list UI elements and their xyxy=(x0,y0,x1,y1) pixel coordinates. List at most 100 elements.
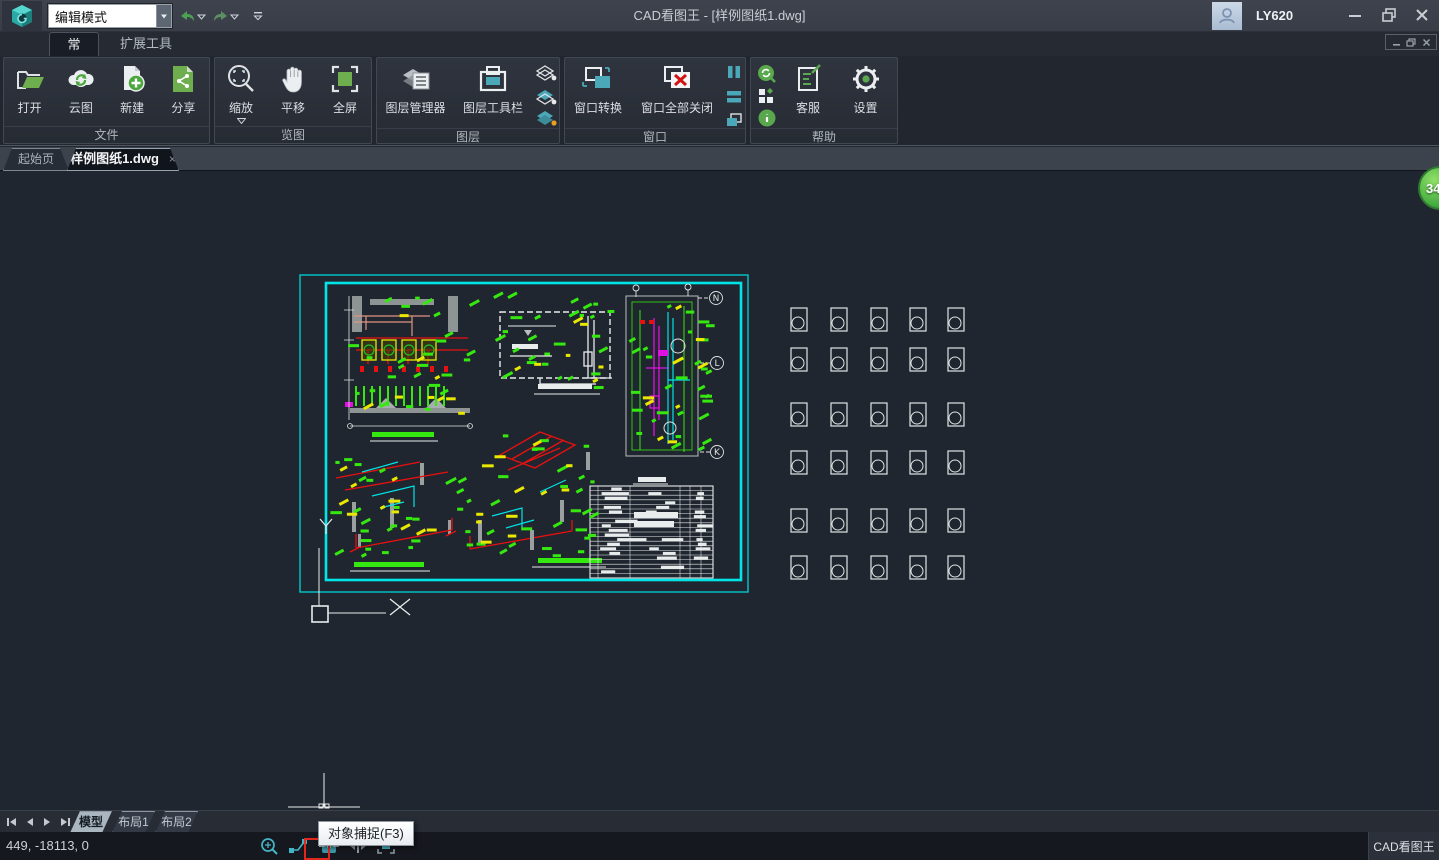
customer-service-icon xyxy=(791,62,825,96)
mdi-minimize-icon[interactable] xyxy=(1392,38,1401,47)
doc-tab-start-label: 起始页 xyxy=(18,152,54,166)
doc-tab-sample-drawing[interactable]: 样例图纸1.dwg× xyxy=(67,148,179,171)
cascade-windows-icon[interactable] xyxy=(725,112,743,128)
ribbon-group-help: 客服 设置 帮助 xyxy=(750,57,898,144)
layer-manager-label: 图层管理器 xyxy=(385,99,445,116)
coordinates-readout: 449, -18113, 0 xyxy=(6,832,89,860)
layout-tab-layout2[interactable]: 布局2 xyxy=(155,811,198,833)
mdi-restore-icon[interactable] xyxy=(1406,38,1416,47)
doc-tab-start-page[interactable]: 起始页 xyxy=(3,148,69,171)
layer-toolbar-icon xyxy=(476,62,510,96)
share-label: 分享 xyxy=(171,99,195,116)
svg-text:L: L xyxy=(714,359,719,369)
layer-freeze-icon[interactable] xyxy=(535,87,557,106)
tab-common[interactable]: 常用 xyxy=(49,32,99,56)
open-button[interactable]: 打开 xyxy=(4,62,55,116)
combo-dropdown-icon[interactable] xyxy=(156,5,171,27)
settings-label: 设置 xyxy=(853,99,877,116)
drawing-canvas[interactable]: N L K xyxy=(0,171,1439,810)
edit-mode-select[interactable]: 编辑模式 xyxy=(48,4,172,28)
group-label-help: 帮助 xyxy=(751,128,897,145)
pan-label: 平移 xyxy=(281,99,305,116)
mdi-close-icon[interactable] xyxy=(1422,38,1431,47)
restore-button[interactable] xyxy=(1376,2,1402,28)
edit-mode-value: 编辑模式 xyxy=(49,7,156,26)
new-file-icon xyxy=(115,62,149,96)
minimize-button[interactable] xyxy=(1342,2,1368,28)
first-layout-icon[interactable] xyxy=(6,817,17,827)
last-layout-icon[interactable] xyxy=(60,817,71,827)
svg-text:N: N xyxy=(713,294,720,304)
check-update-icon[interactable] xyxy=(757,64,777,84)
group-label-layer: 图层 xyxy=(377,128,559,145)
next-layout-icon[interactable] xyxy=(43,817,51,827)
cad-schedule-table xyxy=(590,477,713,578)
layout-tab-model[interactable]: 模型 xyxy=(70,811,112,833)
fullscreen-label: 全屏 xyxy=(333,99,357,116)
fullscreen-icon xyxy=(328,62,362,96)
ribbon: 打开 云图 xyxy=(0,56,1439,146)
prev-layout-icon[interactable] xyxy=(26,817,34,827)
cad-drawing: N L K xyxy=(0,171,1439,810)
cad-elevation-view xyxy=(344,296,473,441)
pan-button[interactable]: 平移 xyxy=(267,62,319,116)
feature-grid-icon[interactable] xyxy=(757,87,775,105)
fullscreen-button[interactable]: 全屏 xyxy=(319,62,371,116)
ribbon-group-view: 缩放 平移 xyxy=(214,57,372,144)
cloud-label: 云图 xyxy=(69,99,93,116)
cad-viewer-app: 编辑模式 CAD看图王 - [样例图纸1.dwg] LY620 xyxy=(0,0,1439,860)
zoom-dropdown-icon[interactable] xyxy=(237,118,246,124)
layer-on-icon[interactable] xyxy=(535,64,557,83)
redo-dropdown-icon[interactable] xyxy=(230,8,239,24)
layer-lock-icon[interactable] xyxy=(535,109,557,128)
customer-service-button[interactable]: 客服 xyxy=(782,62,834,116)
zoom-button[interactable]: 缩放 xyxy=(215,62,267,124)
tab-extended-tools[interactable]: 扩展工具 xyxy=(106,32,186,56)
window-switch-button[interactable]: 窗口转换 xyxy=(567,62,629,116)
redo-button[interactable] xyxy=(212,8,229,24)
layer-toolbar-label: 图层工具栏 xyxy=(463,99,523,116)
ribbon-tab-row: 常用 扩展工具 xyxy=(0,32,1439,56)
promo-badge-count: 34 xyxy=(1426,181,1439,196)
customize-toolbar-icon[interactable] xyxy=(253,8,263,24)
app-logo-icon[interactable] xyxy=(2,1,42,31)
titlebar: 编辑模式 CAD看图王 - [样例图纸1.dwg] LY620 xyxy=(0,0,1439,32)
group-label-view: 览图 xyxy=(215,126,371,143)
layer-toolbar-button[interactable]: 图层工具栏 xyxy=(454,62,532,116)
layout-nav-buttons xyxy=(6,811,71,833)
layer-manager-button[interactable]: 图层管理器 xyxy=(380,62,452,116)
close-button[interactable] xyxy=(1409,2,1435,28)
doc-tab-close-icon[interactable]: × xyxy=(169,152,176,166)
group-label-window: 窗口 xyxy=(565,128,745,145)
settings-gear-icon xyxy=(849,62,883,96)
mdi-window-controls xyxy=(1385,34,1437,50)
pan-hand-icon xyxy=(276,62,310,96)
window-switch-icon xyxy=(581,62,615,96)
statusbar-app-name: CAD看图王 xyxy=(1368,832,1439,860)
open-label: 打开 xyxy=(18,99,42,116)
cad-isometric-center xyxy=(470,432,606,567)
zoom-toggle-icon[interactable] xyxy=(260,837,280,855)
share-button[interactable]: 分享 xyxy=(158,62,209,116)
layout-tab-row: 模型 布局1 布局2 xyxy=(0,810,1439,832)
customer-service-label: 客服 xyxy=(796,99,820,116)
username-label[interactable]: LY620 xyxy=(1256,0,1293,32)
ribbon-group-layer: 图层管理器 图层工具栏 xyxy=(376,57,560,144)
undo-button[interactable] xyxy=(179,8,196,24)
close-all-windows-label: 窗口全部关闭 xyxy=(641,99,713,116)
ribbon-group-window: 窗口转换 窗口全部关闭 xyxy=(564,57,746,144)
close-all-windows-button[interactable]: 窗口全部关闭 xyxy=(631,62,723,116)
new-button[interactable]: 新建 xyxy=(107,62,158,116)
tile-vertical-icon[interactable] xyxy=(725,64,743,80)
cloud-button[interactable]: 云图 xyxy=(55,62,106,116)
svg-text:K: K xyxy=(714,448,721,458)
zoom-icon xyxy=(224,62,258,96)
layer-small-buttons xyxy=(535,62,557,128)
tile-horizontal-icon[interactable] xyxy=(725,88,743,104)
undo-dropdown-icon[interactable] xyxy=(197,8,206,24)
cad-fixture-grid xyxy=(791,308,964,579)
about-info-icon[interactable] xyxy=(757,108,777,128)
settings-button[interactable]: 设置 xyxy=(840,62,892,116)
user-avatar[interactable] xyxy=(1212,2,1242,30)
layout-tab-layout1[interactable]: 布局1 xyxy=(112,811,155,833)
